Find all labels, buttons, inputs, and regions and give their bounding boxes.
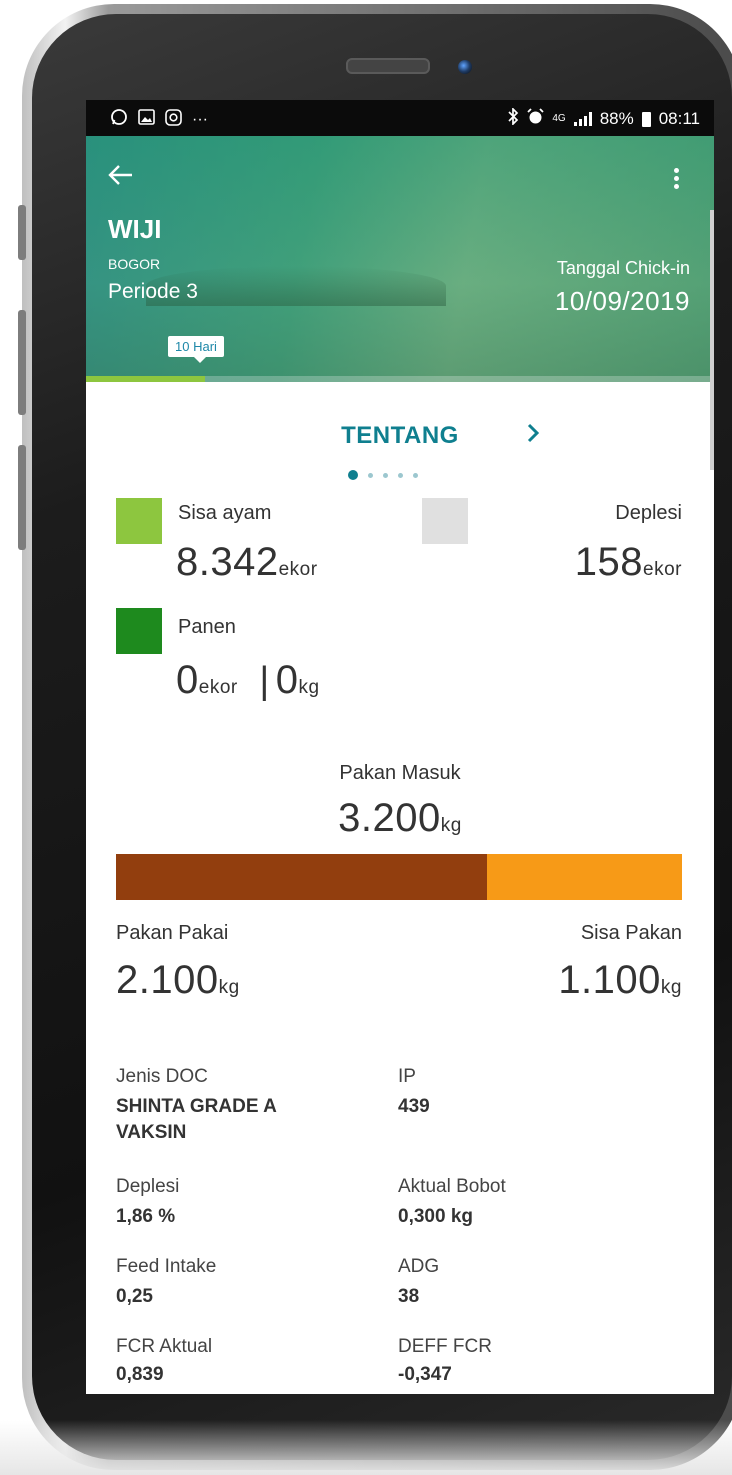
panen-label: Panen [178,616,236,638]
chickin-date: 10/09/2019 [554,286,690,316]
pakan-masuk-value: 3.200kg [338,796,462,840]
page-dot[interactable] [413,472,418,478]
aktual-bobot-label: Aktual Bobot [398,1176,506,1197]
panen-color-swatch [116,608,162,654]
jenis-doc-value: SHINTA GRADE A VAKSIN [116,1096,277,1143]
deplesi-percent-value: 1,86 % [116,1206,176,1227]
farm-period: Periode 3 [108,280,198,303]
system-icons: 4G 88% 08:11 [507,106,700,130]
sisa-ayam-color-swatch [116,498,162,544]
network-type-icon: 4G [552,113,566,124]
deplesi-value: 158ekor [574,540,682,584]
pakan-pakai-value: 2.100kg [116,958,240,1002]
jenis-doc-label: Jenis DOC [116,1066,208,1087]
feed-usage-bar [116,854,682,900]
feed-intake-label: Feed Intake [116,1256,217,1277]
more-options-icon[interactable] [674,168,680,189]
feed-intake-value: 0,25 [116,1286,153,1307]
day-count-badge: 10 Hari [168,336,224,363]
deplesi-label: Deplesi [615,502,682,524]
status-time: 08:11 [658,109,700,128]
period-progress-bar [86,376,714,382]
phone-side-button [18,205,26,260]
more-notifications-icon: ··· [192,110,208,128]
chevron-right-icon[interactable] [526,420,540,451]
whatsapp-icon [110,108,128,131]
sisa-pakan-value: 1.100kg [558,958,682,1002]
floor-shadow [0,1420,732,1475]
period-progress-fill [86,376,206,382]
instagram-icon [165,108,182,131]
page-indicator [348,470,418,480]
notification-icons: ··· [110,108,208,131]
adg-value: 38 [398,1286,420,1307]
sisa-pakan-label: Sisa Pakan [580,922,682,944]
phone-volume-down-button [18,445,26,550]
farm-header: WIJI BOGOR Periode 3 Tanggal Chick-in 10… [86,136,714,382]
pakan-pakai-label: Pakan Pakai [116,922,229,944]
deff-fcr-label: DEFF FCR [398,1336,492,1357]
aktual-bobot-value: 0,300 kg [398,1206,473,1227]
ip-label: IP [398,1066,416,1087]
sisa-ayam-value: 8.342ekor [176,540,318,584]
page-dot[interactable] [368,472,373,478]
ip-value: 439 [398,1096,430,1117]
feed-used-segment [116,854,488,900]
chickin-date-label: Tanggal Chick-in [556,258,690,278]
section-title: TENTANG [341,422,459,449]
adg-label: ADG [398,1256,440,1277]
signal-icon [573,112,592,126]
status-bar: ··· 4G 88% 08:11 [86,100,714,136]
phone-volume-up-button [18,310,26,415]
deplesi-percent-label: Deplesi [116,1176,180,1197]
battery-icon [641,111,651,127]
panen-value: 0ekor | 0kg [176,658,320,702]
page-dot[interactable] [383,472,388,478]
sisa-ayam-label: Sisa ayam [178,502,272,524]
pakan-masuk-label: Pakan Masuk [339,762,461,784]
battery-percentage: 88% [599,109,634,128]
deplesi-color-swatch [422,498,468,544]
app-screen: ··· 4G 88% 08:11 WIJI BOGOR Periode 3 Ta… [86,100,714,1394]
alarm-icon [527,108,544,130]
back-arrow-icon[interactable] [108,162,134,192]
farm-name: WIJI [108,214,162,244]
fcr-aktual-value: 0,839 [116,1364,164,1385]
bluetooth-icon [507,106,519,130]
deff-fcr-value: -0,347 [398,1364,452,1385]
fcr-aktual-label: FCR Aktual [116,1336,213,1357]
page-dot[interactable] [398,472,403,478]
gallery-icon [138,109,155,130]
phone-front-camera [458,60,472,74]
phone-earpiece [346,58,430,74]
page-dot[interactable] [348,470,358,480]
farm-location: BOGOR [108,256,161,272]
